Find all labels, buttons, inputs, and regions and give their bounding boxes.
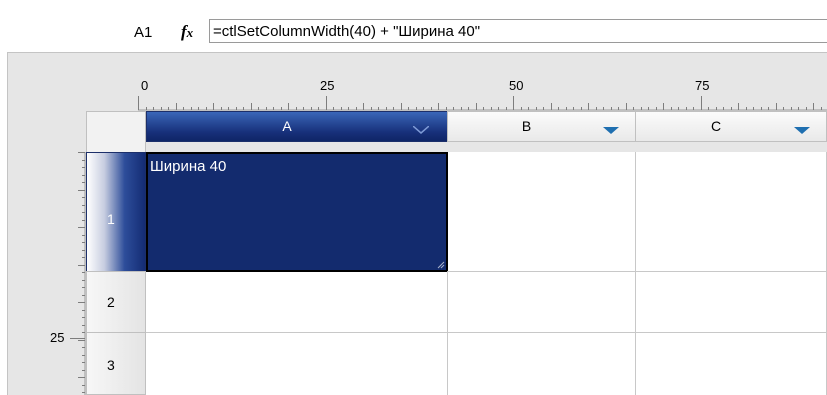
column-header-c[interactable]: C [635,111,827,142]
cell-b1[interactable] [447,152,636,272]
ruler-label: 0 [141,78,149,93]
row-header-1[interactable]: 1 [86,152,146,272]
cell-c2[interactable] [635,271,827,333]
ruler-label: 50 [509,78,524,93]
horizontal-ruler: 0 25 50 75 [138,70,827,111]
row-header-3[interactable]: 3 [86,332,146,395]
resize-grip-icon[interactable] [437,261,445,269]
column-label: C [710,118,722,134]
column-header-b[interactable]: B [447,111,636,142]
ruler-label: 75 [695,78,710,93]
ruler-label: 25 [50,330,65,345]
cell-a2[interactable] [146,271,448,333]
formula-text: =ctlSetColumnWidth(40) + "Ширина 40" [213,23,481,40]
formula-bar: A1 fx =ctlSetColumnWidth(40) + "Ширина 4… [0,0,827,52]
function-icon[interactable]: fx [181,22,193,42]
cell-grid: Ширина 40 [146,152,827,395]
cell-reference[interactable]: A1 [134,24,152,41]
cell-a1[interactable]: Ширина 40 [146,152,448,272]
row-label: 1 [107,211,115,227]
column-label: B [521,118,532,134]
column-label: A [282,118,292,134]
vertical-ruler: 25 [40,152,86,395]
formula-input[interactable]: =ctlSetColumnWidth(40) + "Ширина 40" [209,19,827,43]
cell-value: Ширина 40 [150,158,227,175]
cell-c1[interactable] [635,152,827,272]
vertical-ruler-ticks [70,152,86,395]
row-header-2[interactable]: 2 [86,271,146,333]
dropdown-arrow-icon[interactable] [603,127,619,134]
row-label: 2 [107,294,115,310]
select-all-corner[interactable] [86,111,146,153]
chevron-down-icon[interactable] [413,126,429,134]
column-header-a[interactable]: A [146,111,448,142]
cell-c3[interactable] [635,332,827,395]
cell-b3[interactable] [447,332,636,395]
horizontal-ruler-ticks [138,96,827,111]
ruler-label: 25 [320,78,335,93]
cell-b2[interactable] [447,271,636,333]
dropdown-arrow-icon[interactable] [794,127,810,134]
cell-a3[interactable] [146,332,448,395]
row-label: 3 [107,357,115,373]
